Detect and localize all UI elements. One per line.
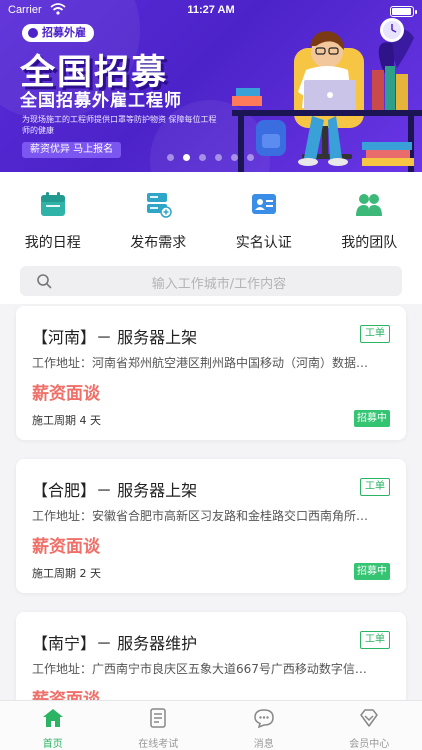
search-placeholder: 输入工作城市/工作内容 [151,277,287,292]
job-title: 【河南】－ 服务器上架 [32,328,198,347]
status-bar: Carrier 11:27 AM [0,0,422,22]
banner-tag-label: 招募外雇 [42,26,86,39]
job-card[interactable]: 【河南】－ 服务器上架 工单 工作地址：河南省郑州航空港区荆州路中国移动（河南）… [16,306,406,440]
work-order-badge: 工单 [360,325,390,343]
work-order-badge: 工单 [360,631,390,649]
quick-action-label: 实名认证 [235,235,292,251]
carousel-dot-active[interactable] [183,154,190,161]
recruiting-badge: 招募中 [354,563,390,580]
quick-actions: 我的日程 发布需求 实名认证 我的团队 [0,172,422,262]
home-icon [42,709,63,727]
recruiting-badge: 招募中 [354,410,390,427]
calendar-icon [40,192,65,216]
tab-label: 会员中心 [349,739,390,750]
search-input[interactable]: 输入工作城市/工作内容 [20,266,402,296]
engineer-illustration [232,18,422,172]
job-salary: 薪资面谈 [32,384,100,404]
tab-home[interactable]: 首页 [0,701,106,750]
battery-icon [390,6,417,17]
tab-label: 消息 [253,739,274,750]
carousel-dot[interactable] [215,154,222,161]
quick-action-label: 我的日程 [24,235,81,251]
tab-label: 首页 [42,739,63,750]
quick-action-label: 我的团队 [341,235,398,251]
job-title: 【南宁】－ 服务器维护 [32,634,198,653]
search-section: 输入工作城市/工作内容 [0,262,422,304]
quick-action-schedule[interactable]: 我的日程 [0,172,106,262]
job-period: 施工周期 2 天 [32,567,101,580]
quick-action-label: 发布需求 [130,235,187,251]
bottom-tab-bar: 首页 在线考试 消息 会员中心 [0,700,422,750]
work-order-badge: 工单 [360,478,390,496]
hero-banner[interactable]: 招募外雇 全国招募 全国招募外雇工程师 为现场施工的工程师提供口罩等防护物资 保… [0,0,422,172]
banner-tag: 招募外雇 [22,24,94,42]
banner-description: 为现场施工的工程师提供口罩等防护物资 保障每位工程师的健康 [22,115,217,135]
quick-action-publish[interactable]: 发布需求 [106,172,212,262]
job-address: 工作地址：安徽省合肥市高新区习友路和金桂路交口西南角所需设备 [32,509,372,523]
tab-messages[interactable]: 消息 [211,701,317,750]
job-address: 工作地址：广西南宁市良庆区五象大道667号广西移动数字信息中心 [32,662,372,676]
job-period: 施工周期 4 天 [32,414,101,427]
tab-label: 在线考试 [138,739,179,750]
id-card-icon [251,194,276,214]
job-salary: 薪资面谈 [32,537,100,557]
banner-subtitle: 全国招募外雇工程师 [20,91,182,111]
tab-exam[interactable]: 在线考试 [106,701,212,750]
job-card[interactable]: 【合肥】－ 服务器上架 工单 工作地址：安徽省合肥市高新区习友路和金桂路交口西南… [16,459,406,593]
message-icon [253,709,274,729]
server-add-icon [147,193,172,218]
member-icon [360,709,378,727]
carousel-dot[interactable] [167,154,174,161]
battery-fill [392,8,411,15]
banner-cta-button[interactable]: 薪资优异 马上报名 [22,142,122,158]
team-icon [356,194,383,216]
quick-action-team[interactable]: 我的团队 [317,172,422,262]
exam-icon [150,708,166,728]
quick-action-verify[interactable]: 实名认证 [211,172,317,262]
tag-dot-icon [28,28,38,38]
job-address: 工作地址：河南省郑州航空港区荆州路中国移动（河南）数据中心 [32,356,372,370]
tab-member-center[interactable]: 会员中心 [317,701,422,750]
job-title: 【合肥】－ 服务器上架 [32,481,198,500]
carousel-dot[interactable] [199,154,206,161]
status-time: 11:27 AM [187,4,235,16]
